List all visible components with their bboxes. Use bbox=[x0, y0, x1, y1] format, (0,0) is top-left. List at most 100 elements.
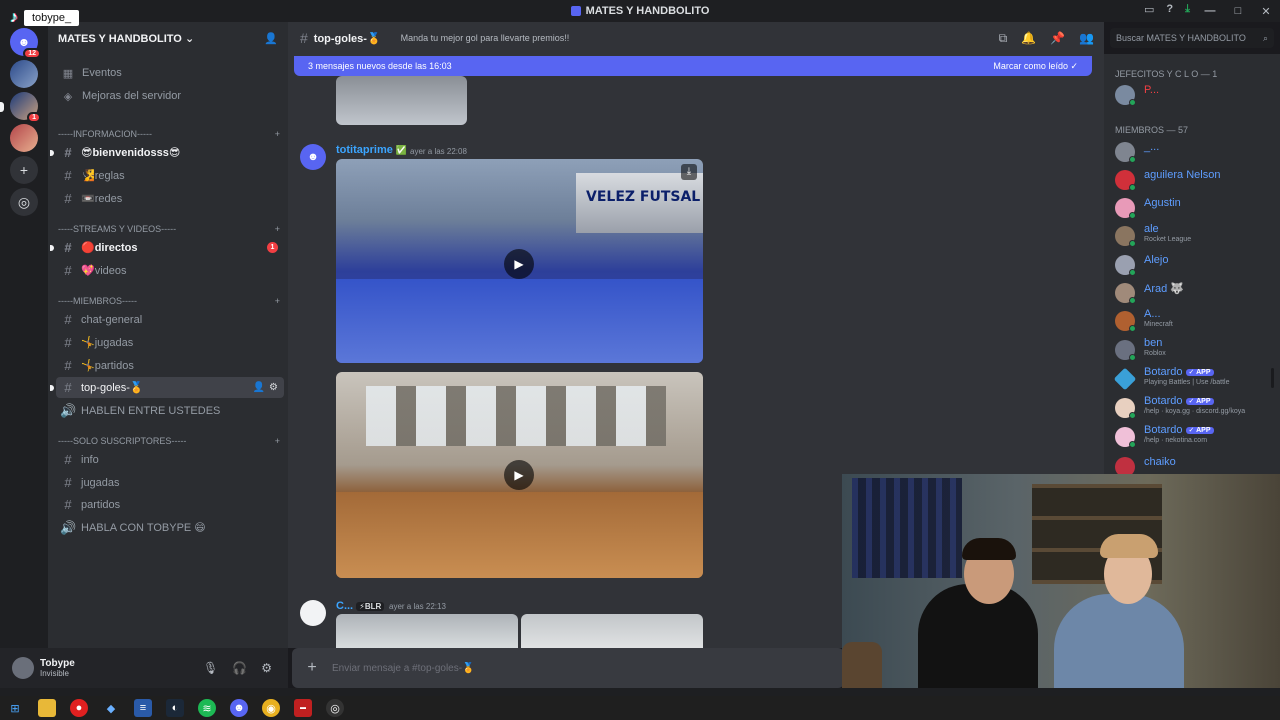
server-icon-1[interactable] bbox=[10, 60, 38, 88]
message-composer[interactable]: + Enviar mensaje a #top-goles-🏅 bbox=[292, 648, 844, 688]
member-row[interactable]: P... bbox=[1115, 82, 1275, 108]
server-header[interactable]: MATES Y HANDBOLITO ⌄ 👤 bbox=[48, 22, 288, 54]
member-list-scrollbar[interactable] bbox=[1271, 368, 1274, 388]
nav-events[interactable]: ▦ Eventos bbox=[56, 62, 284, 84]
member-row[interactable]: Arad 🐺 bbox=[1115, 280, 1275, 306]
member-row[interactable]: _... bbox=[1115, 139, 1275, 165]
channel-partidos[interactable]: # 🤸partidos bbox=[56, 355, 284, 376]
channel-partidos-sub[interactable]: # partidos bbox=[56, 494, 284, 515]
search-placeholder: Buscar MATES Y HANDBOLITO bbox=[1116, 33, 1246, 43]
gear-icon[interactable]: ⚙ bbox=[269, 382, 278, 393]
previous-video-thumbnail[interactable] bbox=[336, 76, 467, 125]
chrome-icon[interactable]: ◉ bbox=[262, 699, 280, 717]
minimize-button[interactable]: — bbox=[1196, 5, 1224, 17]
download-icon[interactable]: ⤓ bbox=[1185, 3, 1190, 16]
discord-icon[interactable]: ☻ bbox=[230, 699, 248, 717]
windows-start-icon[interactable]: ⊞ bbox=[6, 699, 24, 717]
channel-habla-con-tobype[interactable]: 🔊 HABLA CON TOBYPE 😄 bbox=[56, 517, 284, 538]
webcam-overlay bbox=[842, 474, 1280, 688]
channel-videos[interactable]: # 💖videos bbox=[56, 260, 284, 281]
online-dot bbox=[1129, 441, 1136, 448]
channel-jugadas-sub[interactable]: # jugadas bbox=[56, 472, 284, 493]
member-row[interactable]: A... Minecraft bbox=[1115, 308, 1275, 334]
new-messages-bar[interactable]: 3 mensajes nuevos desde las 16:03 Marcar… bbox=[294, 56, 1092, 76]
channel-directos[interactable]: # 🔴directos 1 bbox=[50, 237, 284, 258]
home-button[interactable]: ☻ 12 bbox=[10, 28, 41, 59]
app-icon-voice[interactable]: ▬ bbox=[294, 699, 312, 717]
server-icon-2[interactable]: 1 bbox=[10, 92, 41, 123]
avatar[interactable] bbox=[12, 657, 34, 679]
member-row[interactable]: ben Roblox bbox=[1115, 337, 1275, 363]
member-row[interactable]: chaiko bbox=[1115, 454, 1275, 474]
pin-icon[interactable]: 📌 bbox=[1050, 31, 1065, 46]
category-miembros[interactable]: -----MIEMBROS----- + bbox=[58, 294, 280, 308]
search-input[interactable]: Buscar MATES Y HANDBOLITO ⌕ bbox=[1110, 28, 1274, 48]
video-player[interactable]: ▶ bbox=[336, 372, 703, 578]
gear-icon[interactable]: ⚙ bbox=[261, 661, 272, 675]
close-button[interactable]: ✕ bbox=[1252, 5, 1280, 18]
member-row[interactable]: Botardo ✓ APP Playing Battles | Use /batt… bbox=[1113, 366, 1275, 392]
avatar[interactable]: ☻ bbox=[300, 144, 326, 170]
video-player[interactable]: VELEZ FUTSAL ▶ ⤓ bbox=[336, 159, 703, 363]
channel-hablen-entre-ustedes[interactable]: 🔊 HABLEN ENTRE USTEDES bbox=[56, 400, 284, 421]
category-suscriptores[interactable]: -----SOLO SUSCRIPTORES----- + bbox=[58, 434, 280, 448]
app-icon-audio[interactable]: ≡ bbox=[134, 699, 152, 717]
message-author[interactable]: totitaprime ✅ bbox=[336, 144, 407, 156]
category-streams[interactable]: -----STREAMS Y VIDEOS----- + bbox=[58, 222, 280, 236]
member-name: Agustin bbox=[1144, 197, 1181, 209]
member-row[interactable]: Alejo bbox=[1115, 252, 1275, 278]
member-category: JEFECITOS Y C L O — 1 bbox=[1115, 69, 1218, 79]
app-icon-diamond[interactable]: ◆ bbox=[102, 699, 120, 717]
add-channel-icon[interactable]: + bbox=[275, 224, 280, 234]
members-icon[interactable]: 👥 bbox=[1079, 31, 1094, 46]
member-row[interactable]: aguilera Nelson bbox=[1115, 167, 1275, 193]
file-explorer-icon[interactable] bbox=[38, 699, 56, 717]
explore-button[interactable]: ◎ bbox=[10, 188, 38, 216]
bell-icon[interactable]: 🔔 bbox=[1021, 31, 1036, 46]
spotify-icon[interactable]: ≋ bbox=[198, 699, 216, 717]
add-channel-icon[interactable]: + bbox=[275, 296, 280, 306]
channel-topic: Manda tu mejor gol para llevarte premios… bbox=[400, 33, 570, 43]
help-icon[interactable]: ? bbox=[1166, 3, 1173, 16]
channel-redes[interactable]: # 📼redes bbox=[56, 188, 284, 209]
attach-plus-icon[interactable]: + bbox=[292, 659, 332, 677]
channel-reglas[interactable]: # 🧏reglas bbox=[56, 165, 284, 186]
headphones-icon[interactable]: 🎧 bbox=[232, 661, 247, 675]
channel-top-goles[interactable]: # top-goles-🏅 👤 ⚙ bbox=[50, 377, 284, 398]
member-row[interactable]: Agustin bbox=[1115, 195, 1275, 221]
invite-icon[interactable]: 👤 bbox=[253, 382, 265, 393]
obs-icon[interactable]: ◎ bbox=[326, 699, 344, 717]
server-icon-3[interactable] bbox=[10, 124, 38, 152]
channel-jugadas[interactable]: # 🤸jugadas bbox=[56, 332, 284, 353]
member-name: Arad 🐺 bbox=[1144, 283, 1184, 295]
nav-server-boosts[interactable]: ◈ Mejoras del servidor bbox=[56, 85, 284, 107]
avatar[interactable] bbox=[300, 600, 326, 626]
add-member-icon[interactable]: 👤 bbox=[264, 32, 278, 45]
threads-icon[interactable]: ⧉ bbox=[999, 31, 1008, 46]
member-row[interactable]: Botardo ✓ APP /help · nekotina.com bbox=[1115, 424, 1275, 450]
image-attachment[interactable] bbox=[521, 614, 703, 648]
app-icon-red[interactable]: ● bbox=[70, 699, 88, 717]
play-icon[interactable]: ▶ bbox=[504, 460, 534, 490]
channel-chat-general[interactable]: # chat-general bbox=[56, 309, 284, 330]
add-channel-icon[interactable]: + bbox=[275, 436, 280, 446]
channel-bienvenidos[interactable]: # 😎bienvenidosss😎 bbox=[50, 142, 284, 163]
chevron-down-icon: ⌄ bbox=[184, 32, 195, 45]
unread-pill bbox=[50, 245, 54, 251]
member-name: _... bbox=[1144, 141, 1160, 153]
member-row[interactable]: Botardo ✓ APP /help · koya.gg · discord.g… bbox=[1115, 395, 1275, 421]
channel-info[interactable]: # info bbox=[56, 449, 284, 470]
member-row[interactable]: ale Rocket League bbox=[1115, 223, 1275, 249]
steam-icon[interactable]: ◐ bbox=[166, 699, 184, 717]
mark-as-read-button[interactable]: Marcar como leído ✓ bbox=[993, 61, 1078, 72]
maximize-button[interactable]: □ bbox=[1224, 5, 1252, 17]
message-author[interactable]: C... ⚡BLR bbox=[336, 600, 385, 612]
inbox-icon[interactable]: ▭ bbox=[1144, 3, 1154, 16]
image-attachment[interactable] bbox=[336, 614, 518, 648]
download-icon[interactable]: ⤓ bbox=[681, 164, 697, 180]
add-server-button[interactable]: + bbox=[10, 156, 38, 184]
add-channel-icon[interactable]: + bbox=[275, 129, 280, 139]
play-icon[interactable]: ▶ bbox=[504, 249, 534, 279]
category-informacion[interactable]: -----INFORMACION----- + bbox=[58, 127, 280, 141]
microphone-icon[interactable]: 🎙 bbox=[203, 661, 218, 675]
